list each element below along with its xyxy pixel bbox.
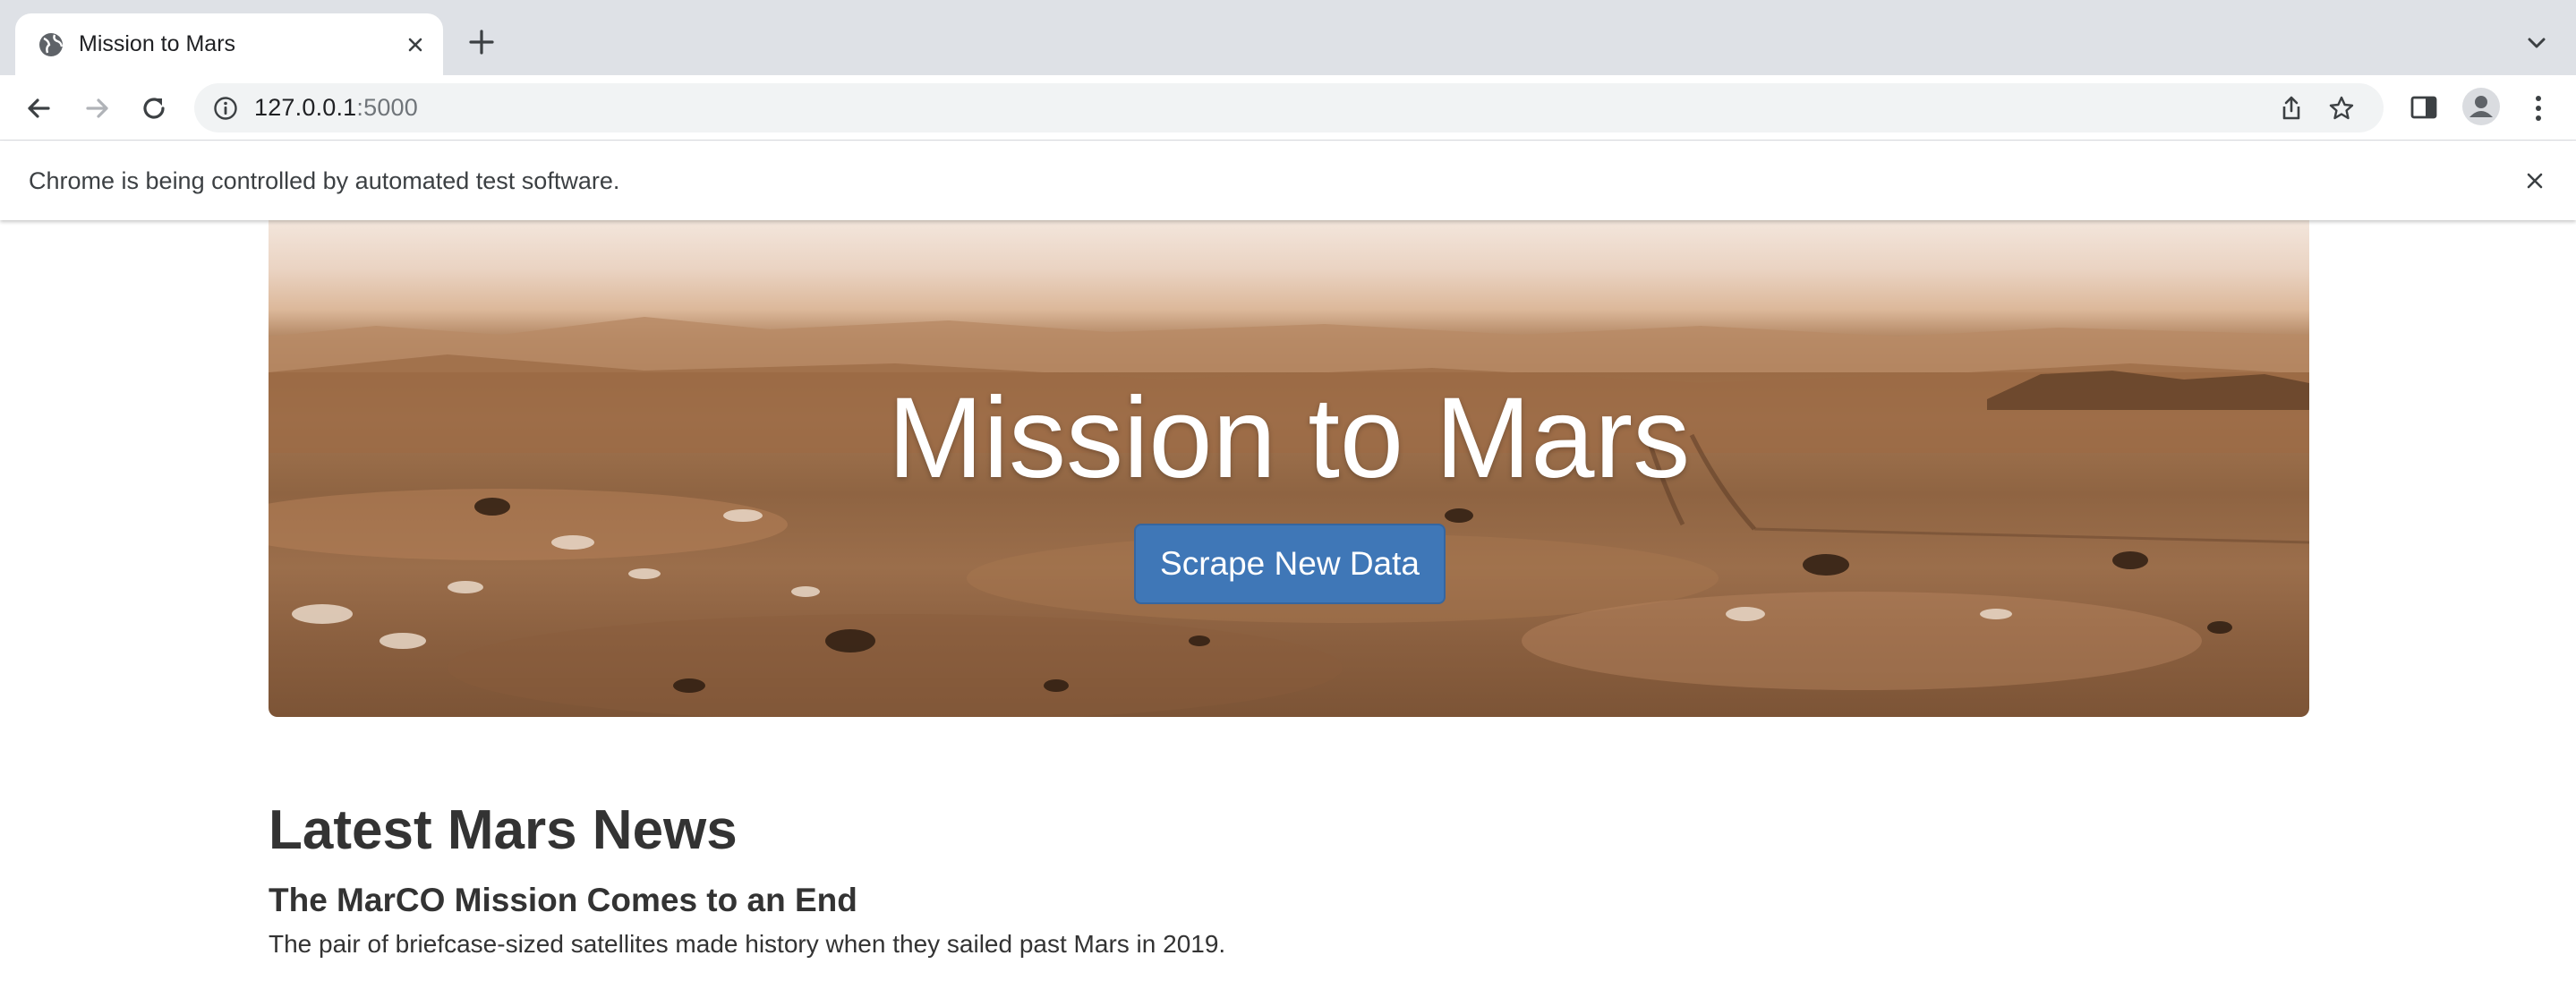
close-infobar-icon[interactable]	[2522, 168, 2547, 193]
globe-icon	[37, 30, 65, 59]
chevron-down-icon[interactable]	[2524, 30, 2549, 55]
page-title: Mission to Mars	[887, 374, 1691, 502]
browser-tab[interactable]: Mission to Mars	[15, 13, 443, 75]
new-tab-icon[interactable]	[466, 27, 497, 57]
tab-title: Mission to Mars	[79, 31, 236, 56]
automation-infobar: Chrome is being controlled by automated …	[0, 141, 2576, 220]
url-host: 127.0.0.1	[254, 94, 357, 121]
share-icon[interactable]	[2277, 94, 2306, 123]
menu-dots-icon[interactable]	[2524, 91, 2553, 125]
bookmark-star-icon[interactable]	[2327, 94, 2356, 123]
news-teaser: The pair of briefcase-sized satellites m…	[269, 930, 1226, 958]
profile-avatar-icon[interactable]	[2461, 87, 2501, 126]
forward-arrow-icon[interactable]	[81, 91, 115, 125]
site-info-icon[interactable]	[212, 95, 239, 122]
tab-strip: Mission to Mars	[0, 0, 2576, 75]
close-tab-icon[interactable]	[401, 30, 430, 59]
jumbotron: Mission to Mars Scrape New Data	[269, 220, 2309, 717]
reload-icon[interactable]	[137, 91, 171, 125]
url-port: :5000	[356, 94, 418, 121]
browser-toolbar: 127.0.0.1:5000	[0, 75, 2576, 141]
page-content: Mission to Mars Scrape New Data Latest M…	[0, 220, 2576, 981]
infobar-message: Chrome is being controlled by automated …	[29, 166, 620, 194]
news-title: The MarCO Mission Comes to an End	[269, 882, 857, 918]
scrape-new-data-button[interactable]: Scrape New Data	[1134, 524, 1446, 604]
address-bar[interactable]: 127.0.0.1:5000	[194, 83, 2384, 132]
back-arrow-icon[interactable]	[21, 91, 55, 125]
latest-news-heading: Latest Mars News	[269, 799, 738, 861]
side-panel-icon[interactable]	[2408, 91, 2440, 124]
url-text[interactable]: 127.0.0.1:5000	[254, 83, 418, 132]
